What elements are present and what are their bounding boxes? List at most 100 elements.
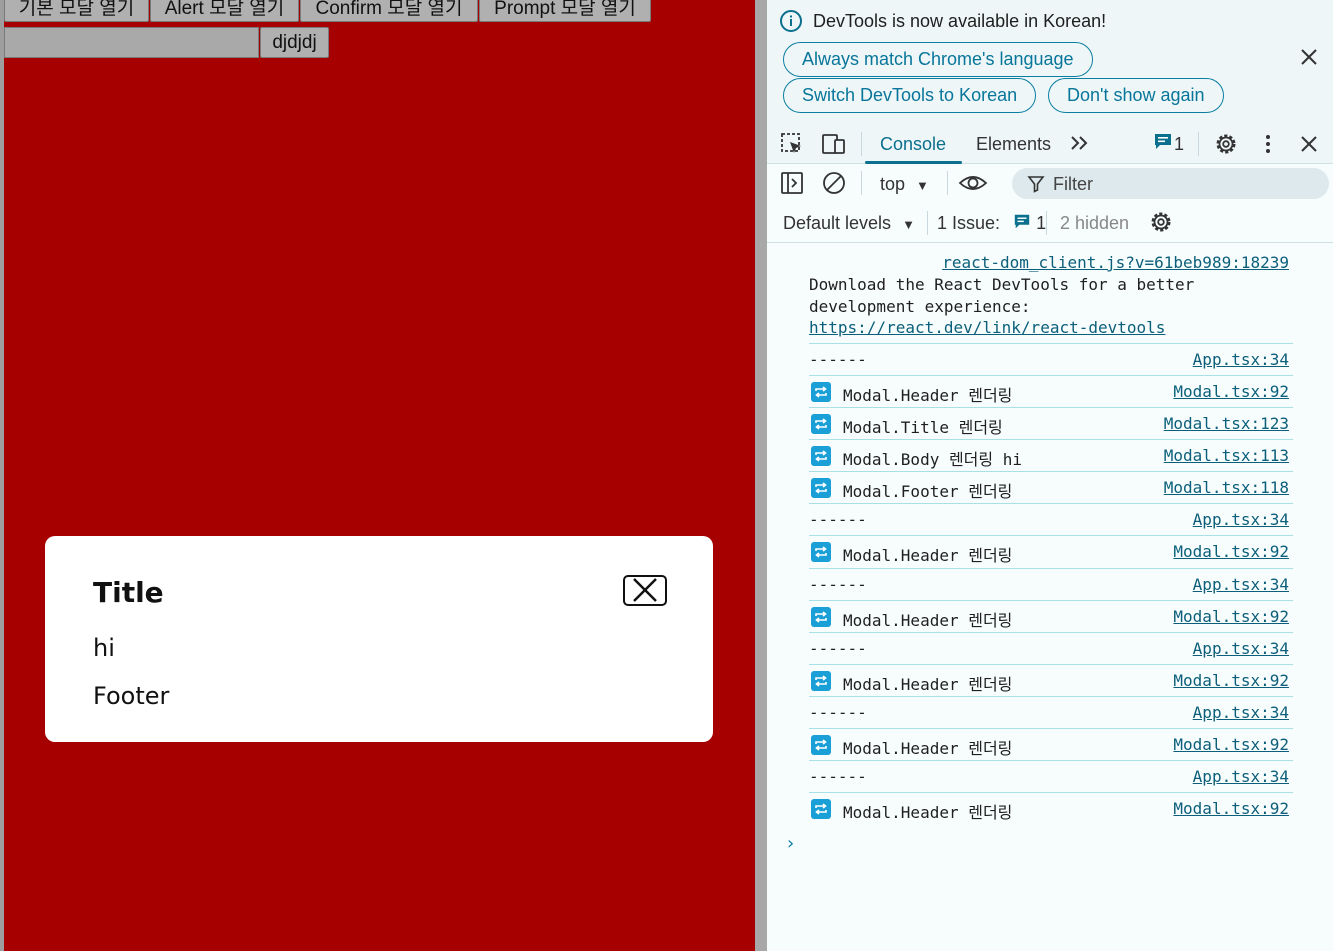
open-alert-modal-button[interactable]: Alert 모달 열기 [150,0,299,22]
close-icon[interactable] [1297,45,1321,69]
toolbar-divider [927,211,928,235]
react-devtools-link[interactable]: https://react.dev/link/react-devtools [809,318,1165,337]
console-prompt-caret[interactable]: › [785,833,796,854]
toolbar-divider [861,132,862,156]
console-source-link[interactable]: Modal.tsx:92 [1173,542,1289,561]
repeat-icon [811,446,831,466]
console-source-link[interactable]: App.tsx:34 [1193,767,1289,786]
console-row: Modal.Header 렌더링 Modal.tsx:92 [809,792,1293,824]
eye-icon[interactable] [958,170,988,196]
toolbar-divider [947,171,948,195]
filter-icon [1027,176,1045,193]
console-source-link[interactable]: Modal.tsx:92 [1173,671,1289,690]
console-source-link[interactable]: App.tsx:34 [1193,510,1289,529]
console-source-link[interactable]: App.tsx:34 [1193,350,1289,369]
filter-input[interactable]: Filter [1012,168,1329,199]
device-toolbar-icon[interactable] [821,131,847,157]
gear-icon[interactable] [1148,209,1174,235]
console-source-link[interactable]: Modal.tsx:92 [1173,382,1289,401]
console-row: Modal.Header 렌더링 Modal.tsx:92 [809,600,1293,632]
clear-console-icon[interactable] [821,170,847,196]
tab-console[interactable]: Console [880,134,946,155]
repeat-icon [811,607,831,627]
console-source-link[interactable]: Modal.tsx:92 [1173,799,1289,818]
open-confirm-modal-button[interactable]: Confirm 모달 열기 [300,0,478,22]
console-message: Modal.Header 렌더링 [843,546,1013,565]
console-source-link[interactable]: App.tsx:34 [1193,703,1289,722]
sidebar-toggle-icon[interactable] [779,170,805,196]
log-levels-dropdown[interactable]: Default levels ▼ [783,213,915,234]
console-source-link[interactable]: react-dom_client.js?v=61beb989:18239 [942,253,1289,272]
console-message: Download the React DevTools for a better [809,275,1195,294]
console-source-link[interactable]: App.tsx:34 [1193,575,1289,594]
console-message: ------ [809,703,867,722]
close-icon [633,578,657,602]
console-source-link[interactable]: Modal.tsx:113 [1164,446,1289,465]
console-source-link[interactable]: Modal.tsx:123 [1164,414,1289,433]
console-row: Modal.Footer 렌더링 Modal.tsx:118 [809,471,1293,503]
repeat-icon [811,735,831,755]
console-source-link[interactable]: Modal.tsx:92 [1173,735,1289,754]
repeat-icon [811,382,831,402]
inspect-element-icon[interactable] [779,131,805,157]
page-edge [0,0,4,951]
console-toolbar: top ▼ Filter Default levels ▼ 1 Issue: 1… [767,164,1333,243]
console-message: Modal.Header 렌더링 [843,611,1013,630]
console-message: Modal.Header 렌더링 [843,739,1013,758]
console-source-link[interactable]: Modal.tsx:118 [1164,478,1289,497]
console-message: Modal.Header 렌더링 [843,386,1013,405]
devtools-panel: DevTools is now available in Korean! Alw… [767,0,1333,951]
more-tabs-icon[interactable] [1067,131,1093,157]
repeat-icon [811,414,831,434]
chevron-down-icon: ▼ [916,178,929,193]
modal-close-button[interactable] [623,575,667,606]
devtools-tabbar: Console Elements 1 [767,124,1333,164]
console-source-link[interactable]: Modal.tsx:92 [1173,607,1289,626]
always-match-language-button[interactable]: Always match Chrome's language [783,42,1093,77]
submit-button[interactable]: djdjdj [260,27,329,58]
more-options-icon[interactable] [1255,131,1281,157]
switch-to-korean-button[interactable]: Switch DevTools to Korean [783,78,1037,113]
modal-footer: Footer [93,682,170,710]
toolbar-divider [1198,132,1199,156]
console-row: ------ App.tsx:34 [809,632,1293,664]
console-row: ------ App.tsx:34 [809,343,1293,375]
dont-show-again-button[interactable]: Don't show again [1048,78,1224,113]
console-source-link[interactable]: App.tsx:34 [1193,639,1289,658]
issues-button[interactable]: 1 Issue: 1 [937,213,1046,234]
messages-icon [1014,214,1030,229]
gear-icon[interactable] [1213,131,1239,157]
console-message: development experience: [809,297,1031,316]
console-message: Modal.Header 렌더링 [843,803,1013,822]
console-row: ------ App.tsx:34 [809,760,1293,792]
info-icon [780,10,802,32]
log-levels-label: Default levels [783,213,892,233]
tab-elements[interactable]: Elements [976,134,1051,155]
console-row: ------ App.tsx:34 [809,503,1293,535]
app-page: 기본 모달 열기 Alert 모달 열기 Confirm 모달 열기 Promp… [0,0,755,951]
console-message: Modal.Body 렌더링 hi [843,450,1023,469]
open-prompt-modal-button[interactable]: Prompt 모달 열기 [479,0,651,22]
modal-body: hi [93,634,115,662]
console-message: ------ [809,575,867,594]
modal-title: Title [93,576,164,609]
close-icon[interactable] [1296,131,1322,157]
console-row: Modal.Header 렌더링 Modal.tsx:92 [809,535,1293,567]
messages-icon[interactable] [1153,132,1173,152]
open-basic-modal-button[interactable]: 기본 모달 열기 [4,0,149,22]
console-output: react-dom_client.js?v=61beb989:18239 Dow… [767,243,1333,951]
console-row: ------ App.tsx:34 [809,696,1293,728]
chevron-down-icon: ▼ [902,217,915,232]
console-row: Modal.Header 렌더링 Modal.tsx:92 [809,664,1293,696]
hidden-messages-count: 2 hidden [1060,213,1130,233]
devtools-splitter[interactable] [755,0,767,951]
context-selector[interactable]: top ▼ [880,174,929,195]
repeat-icon [811,671,831,691]
console-message: ------ [809,639,867,658]
console-row: ------ App.tsx:34 [809,568,1293,600]
text-input[interactable] [4,27,259,58]
toolbar-divider [861,171,862,195]
console-message: Modal.Title 렌더링 [843,418,1003,437]
filter-placeholder: Filter [1053,174,1093,194]
context-label: top [880,174,906,194]
